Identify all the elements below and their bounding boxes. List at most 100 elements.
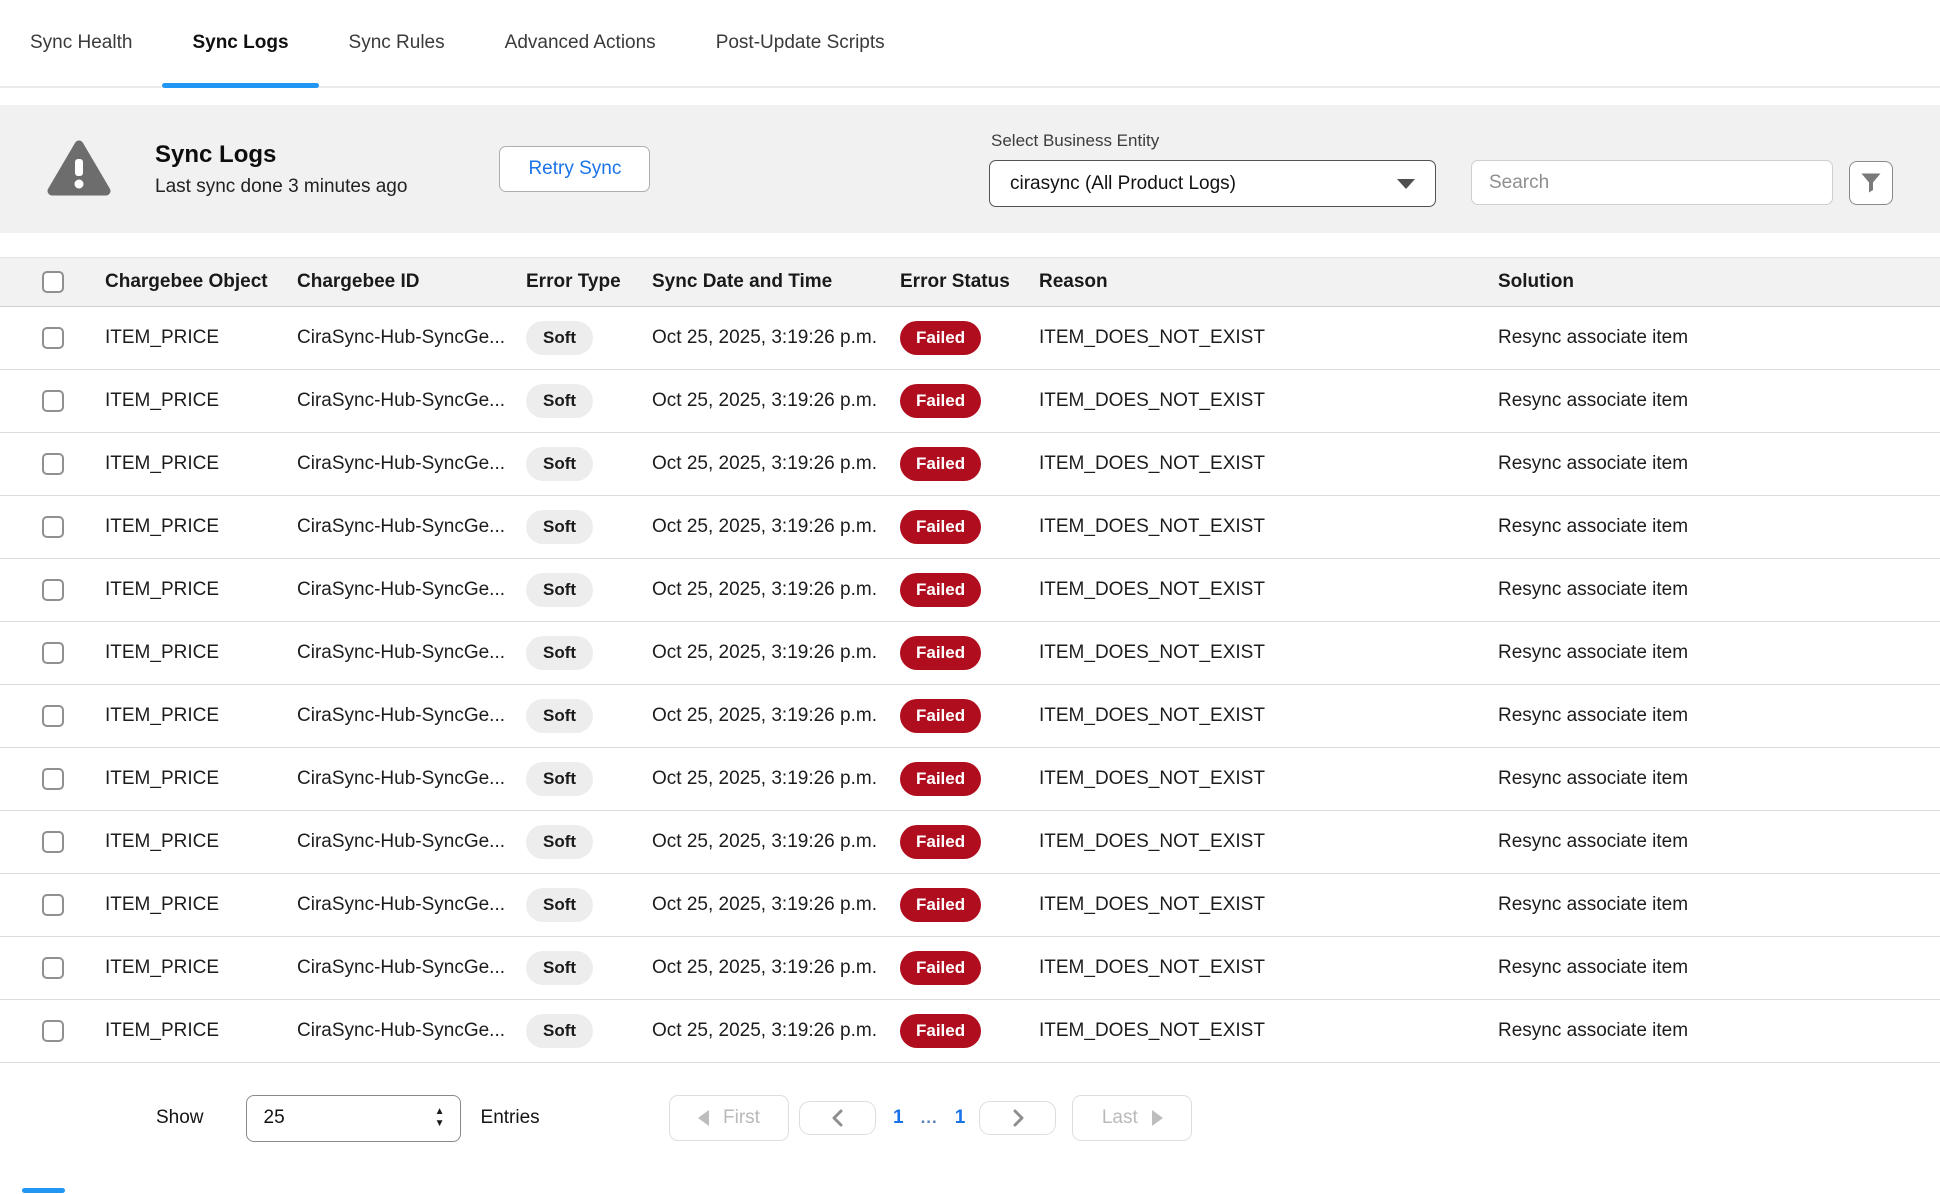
table-row: ITEM_PRICE CiraSync-Hub-SyncGe... Soft O… xyxy=(0,496,1940,559)
entries-value: 25 xyxy=(264,1107,285,1129)
tab-label: Post-Update Scripts xyxy=(716,32,885,54)
horizontal-scrollbar-thumb[interactable] xyxy=(22,1188,65,1193)
tab-post-update-scripts[interactable]: Post-Update Scripts xyxy=(686,0,915,86)
cell-chargebee-object: ITEM_PRICE xyxy=(105,685,297,748)
cell-solution: Resync associate item xyxy=(1498,937,1940,1000)
header-controls: Select Business Entity cirasync (All Pro… xyxy=(989,131,1893,207)
row-checkbox[interactable] xyxy=(42,705,64,727)
table-row: ITEM_PRICE CiraSync-Hub-SyncGe... Soft O… xyxy=(0,433,1940,496)
entries-per-page-input[interactable]: 25 ▲ ▼ xyxy=(246,1095,461,1142)
error-status-badge: Failed xyxy=(900,447,981,481)
page-number-last[interactable]: 1 xyxy=(955,1107,966,1129)
table-header-row: Chargebee Object Chargebee ID Error Type… xyxy=(0,258,1940,307)
cell-solution: Resync associate item xyxy=(1498,307,1940,370)
show-label: Show xyxy=(156,1107,204,1129)
cell-sync-date: Oct 25, 2025, 3:19:26 p.m. xyxy=(652,307,900,370)
cell-chargebee-object: ITEM_PRICE xyxy=(105,370,297,433)
cell-sync-date: Oct 25, 2025, 3:19:26 p.m. xyxy=(652,748,900,811)
table-row: ITEM_PRICE CiraSync-Hub-SyncGe... Soft O… xyxy=(0,811,1940,874)
page-number-current[interactable]: 1 xyxy=(893,1107,904,1129)
cell-chargebee-id: CiraSync-Hub-SyncGe... xyxy=(297,1000,526,1063)
search-input[interactable] xyxy=(1471,160,1833,205)
error-status-badge: Failed xyxy=(900,699,981,733)
last-button-label: Last xyxy=(1102,1107,1138,1129)
row-checkbox[interactable] xyxy=(42,1020,64,1042)
row-checkbox[interactable] xyxy=(42,831,64,853)
tab-sync-health[interactable]: Sync Health xyxy=(0,0,162,86)
table-row: ITEM_PRICE CiraSync-Hub-SyncGe... Soft O… xyxy=(0,370,1940,433)
cell-chargebee-id: CiraSync-Hub-SyncGe... xyxy=(297,874,526,937)
cell-sync-date: Oct 25, 2025, 3:19:26 p.m. xyxy=(652,433,900,496)
row-checkbox[interactable] xyxy=(42,579,64,601)
filter-button[interactable] xyxy=(1849,161,1893,205)
tab-label: Advanced Actions xyxy=(505,32,656,54)
row-checkbox[interactable] xyxy=(42,516,64,538)
cell-solution: Resync associate item xyxy=(1498,559,1940,622)
title-block: Sync Logs Last sync done 3 minutes ago xyxy=(155,141,407,198)
last-arrow-icon xyxy=(1152,1110,1163,1126)
funnel-icon xyxy=(1860,172,1882,194)
cell-chargebee-object: ITEM_PRICE xyxy=(105,1000,297,1063)
spinner-down-icon[interactable]: ▼ xyxy=(433,1118,447,1130)
select-all-checkbox[interactable] xyxy=(42,271,64,293)
tab-sync-logs[interactable]: Sync Logs xyxy=(162,0,318,86)
row-checkbox[interactable] xyxy=(42,894,64,916)
entries-per-page-group: Show 25 ▲ ▼ Entries xyxy=(156,1095,540,1142)
cell-solution: Resync associate item xyxy=(1498,685,1940,748)
cell-chargebee-object: ITEM_PRICE xyxy=(105,307,297,370)
table-row: ITEM_PRICE CiraSync-Hub-SyncGe... Soft O… xyxy=(0,622,1940,685)
entries-label: Entries xyxy=(481,1107,540,1129)
cell-reason: ITEM_DOES_NOT_EXIST xyxy=(1039,307,1498,370)
error-status-badge: Failed xyxy=(900,510,981,544)
table-row: ITEM_PRICE CiraSync-Hub-SyncGe... Soft O… xyxy=(0,748,1940,811)
error-status-badge: Failed xyxy=(900,1014,981,1048)
cell-sync-date: Oct 25, 2025, 3:19:26 p.m. xyxy=(652,811,900,874)
error-status-badge: Failed xyxy=(900,825,981,859)
error-type-badge: Soft xyxy=(526,321,593,355)
pagination-next-button[interactable] xyxy=(979,1101,1056,1135)
cell-reason: ITEM_DOES_NOT_EXIST xyxy=(1039,370,1498,433)
tab-advanced-actions[interactable]: Advanced Actions xyxy=(475,0,686,86)
retry-sync-button[interactable]: Retry Sync xyxy=(499,146,650,192)
row-checkbox[interactable] xyxy=(42,768,64,790)
cell-reason: ITEM_DOES_NOT_EXIST xyxy=(1039,622,1498,685)
error-status-badge: Failed xyxy=(900,573,981,607)
cell-solution: Resync associate item xyxy=(1498,370,1940,433)
col-header-sync-date: Sync Date and Time xyxy=(652,258,900,307)
cell-sync-date: Oct 25, 2025, 3:19:26 p.m. xyxy=(652,370,900,433)
pagination-prev-button[interactable] xyxy=(799,1101,876,1135)
row-checkbox[interactable] xyxy=(42,453,64,475)
first-button-label: First xyxy=(723,1107,760,1129)
page-title: Sync Logs xyxy=(155,141,407,169)
row-checkbox[interactable] xyxy=(42,390,64,412)
tab-sync-rules[interactable]: Sync Rules xyxy=(319,0,475,86)
cell-reason: ITEM_DOES_NOT_EXIST xyxy=(1039,685,1498,748)
chevron-down-icon xyxy=(1397,179,1415,189)
pagination-last-button[interactable]: Last xyxy=(1072,1095,1192,1141)
cell-solution: Resync associate item xyxy=(1498,811,1940,874)
row-checkbox[interactable] xyxy=(42,957,64,979)
cell-sync-date: Oct 25, 2025, 3:19:26 p.m. xyxy=(652,685,900,748)
col-header-solution: Solution xyxy=(1498,258,1940,307)
cell-solution: Resync associate item xyxy=(1498,1000,1940,1063)
sync-logs-page: Sync Health Sync Logs Sync Rules Advance… xyxy=(0,0,1940,1194)
error-status-badge: Failed xyxy=(900,951,981,985)
row-checkbox[interactable] xyxy=(42,642,64,664)
last-sync-status: Last sync done 3 minutes ago xyxy=(155,176,407,198)
row-checkbox[interactable] xyxy=(42,327,64,349)
pagination: First 1 ... 1 Last xyxy=(669,1095,1192,1141)
error-type-badge: Soft xyxy=(526,447,593,481)
business-entity-block: Select Business Entity cirasync (All Pro… xyxy=(989,131,1436,207)
cell-reason: ITEM_DOES_NOT_EXIST xyxy=(1039,433,1498,496)
col-header-chargebee-object: Chargebee Object xyxy=(105,258,297,307)
cell-sync-date: Oct 25, 2025, 3:19:26 p.m. xyxy=(652,937,900,1000)
cell-solution: Resync associate item xyxy=(1498,433,1940,496)
cell-chargebee-id: CiraSync-Hub-SyncGe... xyxy=(297,559,526,622)
business-entity-select[interactable]: cirasync (All Product Logs) xyxy=(989,160,1436,207)
spinner-up-icon[interactable]: ▲ xyxy=(433,1106,447,1118)
error-type-badge: Soft xyxy=(526,1014,593,1048)
error-type-badge: Soft xyxy=(526,825,593,859)
pagination-first-button[interactable]: First xyxy=(669,1095,789,1141)
cell-reason: ITEM_DOES_NOT_EXIST xyxy=(1039,559,1498,622)
tab-bar: Sync Health Sync Logs Sync Rules Advance… xyxy=(0,0,1940,88)
